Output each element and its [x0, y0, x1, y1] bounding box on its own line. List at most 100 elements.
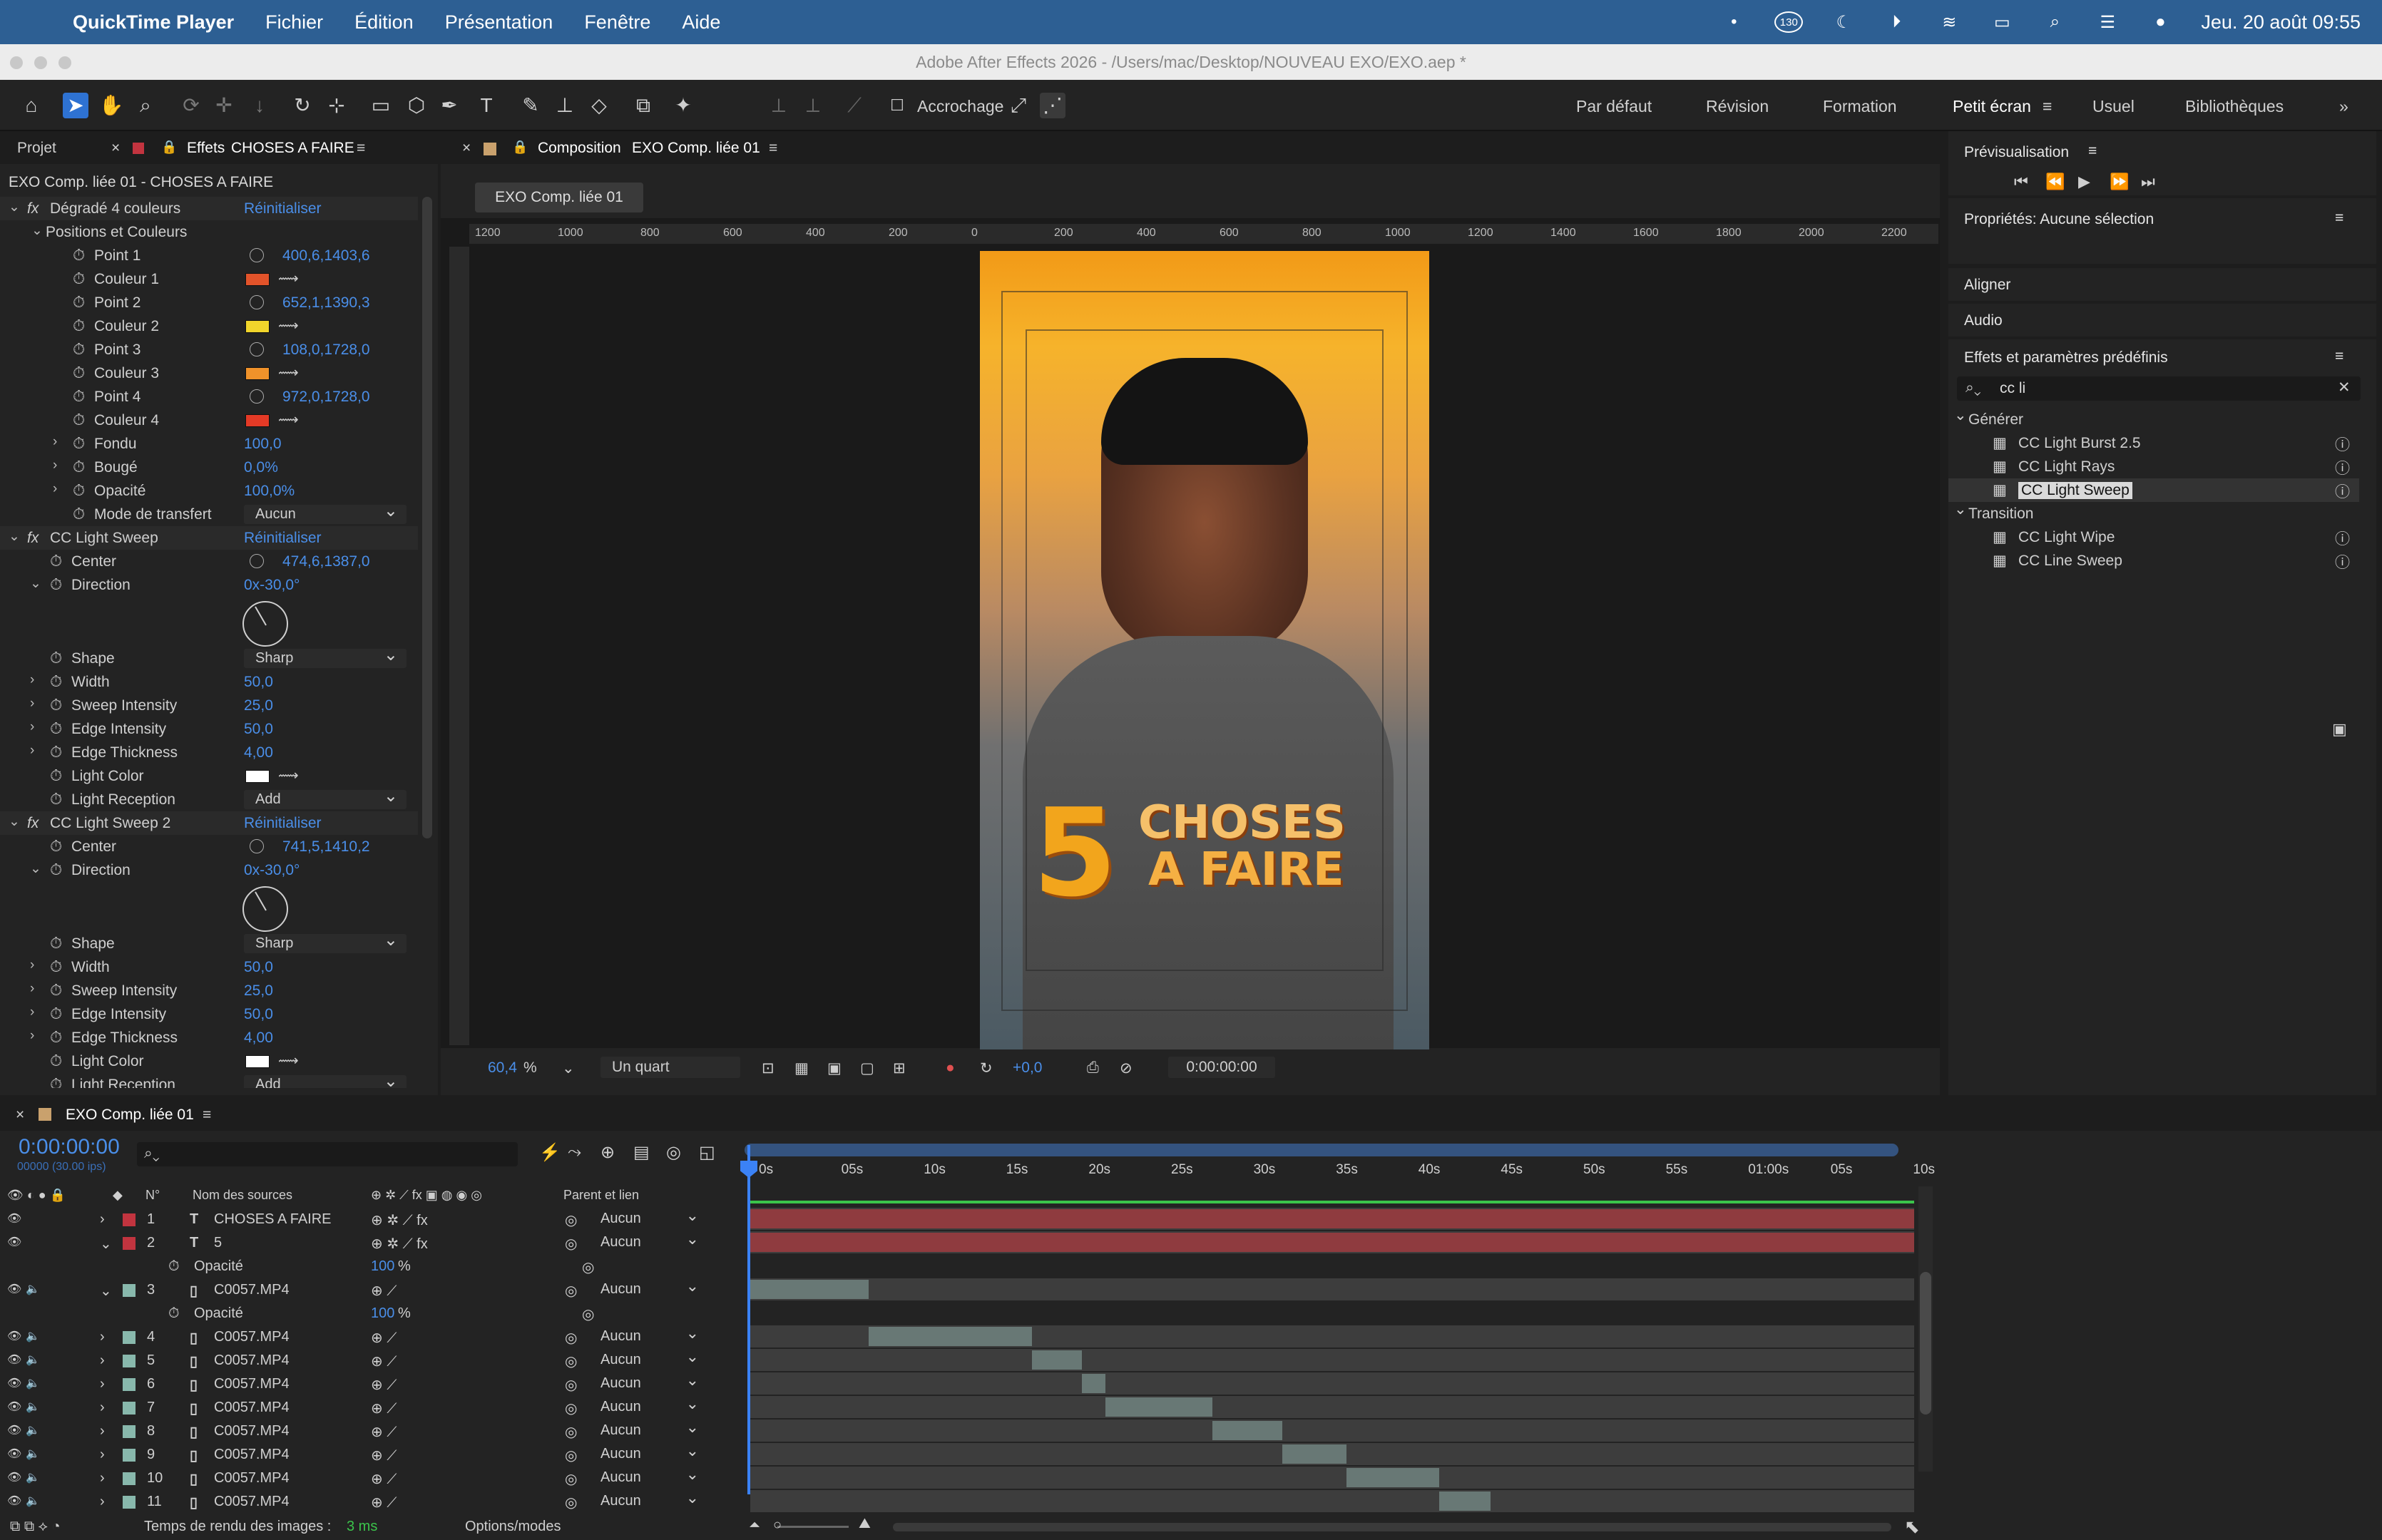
expand-chevron-icon[interactable]: › — [30, 981, 34, 997]
layer-source-name[interactable]: 5 — [214, 1235, 222, 1251]
badge-icon[interactable]: 130 — [1774, 11, 1804, 33]
expand-chevron-icon[interactable]: › — [53, 458, 57, 473]
eyedropper-icon[interactable]: ⟿ — [278, 766, 299, 784]
tree-item-cc-line-sweep[interactable]: ▦ CC Line Sweep ⓘ — [1948, 549, 2359, 573]
color-swatch[interactable] — [245, 414, 270, 427]
search-icon[interactable]: ⌕ — [2043, 10, 2067, 34]
layer-switches[interactable]: ⊕ ⟋ — [371, 1470, 397, 1488]
expand-chevron-icon[interactable]: › — [30, 743, 34, 759]
prev-frame-icon[interactable]: ⏪ — [2045, 173, 2065, 191]
visibility-eye-icon[interactable]: 👁 — [7, 1494, 21, 1508]
clear-search-icon[interactable]: ✕ — [2338, 379, 2351, 396]
close-comp-tab-icon[interactable]: × — [462, 140, 471, 157]
visibility-eye-icon[interactable]: 👁 — [7, 1423, 21, 1437]
parent-dropdown[interactable]: Aucun — [591, 1417, 705, 1440]
tab-project[interactable]: Projet — [17, 140, 56, 157]
audio-speaker-icon[interactable]: 🔈 — [26, 1329, 40, 1343]
opacity-value[interactable]: 100 — [371, 1258, 394, 1275]
layer-switches[interactable]: ⊕ ⟋ — [371, 1376, 397, 1394]
channels-icon[interactable]: ● — [946, 1059, 955, 1077]
comp-panel-menu-icon[interactable]: ≡ — [769, 140, 777, 157]
expand-chevron-icon[interactable]: › — [100, 1447, 105, 1463]
layer-duration-bar[interactable] — [1031, 1350, 1083, 1370]
stopwatch-icon[interactable]: ⏱ — [50, 719, 62, 738]
layer-source-name[interactable]: C0057.MP4 — [214, 1494, 290, 1510]
fx-row-point-4[interactable]: ⏱ Point 4 972,0,1728,0 — [0, 385, 418, 409]
property-dropdown[interactable]: Add — [244, 1072, 407, 1088]
property-value[interactable]: 741,5,1410,2 — [282, 838, 370, 856]
property-dropdown[interactable]: Add — [244, 786, 407, 809]
layer-switches[interactable]: ⊕ ✲ ⟋ fx — [371, 1211, 428, 1229]
timeline-vscroll-thumb[interactable] — [1920, 1272, 1931, 1415]
region-of-interest-icon[interactable]: ▢ — [860, 1059, 874, 1077]
stopwatch-icon[interactable]: ⏱ — [50, 837, 62, 856]
tree-item-cc-light-sweep[interactable]: ▦ CC Light Sweep ⓘ — [1948, 478, 2359, 502]
workspace-usuel[interactable]: Usuel — [2092, 97, 2135, 116]
effects-search-box[interactable]: ⌕⌄ cc li ✕ — [1957, 376, 2361, 401]
fx-row-cc-light-sweep-2[interactable]: ⌄ fx CC Light Sweep 2 Réinitialiser — [0, 811, 418, 835]
layer-label-color[interactable] — [123, 1402, 136, 1415]
home-icon[interactable]: ⌂ — [19, 93, 44, 118]
layer-row-11[interactable]: 👁 🔈 › 11 ▯ C0057.MP4 ⊕ ⟋ ◎ Aucun — [0, 1488, 742, 1514]
stopwatch-icon[interactable]: ⏱ — [73, 364, 85, 382]
menu-fenetre[interactable]: Fenêtre — [584, 11, 650, 34]
audio-speaker-icon[interactable]: 🔈 — [26, 1282, 40, 1296]
property-value[interactable]: 0,0% — [244, 459, 278, 476]
parent-dropdown[interactable]: Aucun — [591, 1206, 705, 1228]
color-swatch[interactable] — [245, 273, 270, 286]
control-center-icon[interactable]: ☰ — [2095, 10, 2120, 34]
last-frame-icon[interactable]: ⏭ — [2141, 173, 2155, 191]
timeline-tab-label[interactable]: EXO Comp. liée 01 — [66, 1107, 194, 1124]
zoom-slider-handle[interactable]: ○ — [773, 1517, 782, 1534]
stopwatch-icon[interactable]: ⏱ — [73, 246, 85, 265]
app-menu[interactable]: QuickTime Player — [73, 11, 234, 34]
menu-edition[interactable]: Édition — [354, 11, 414, 34]
stopwatch-icon[interactable]: ⏱ — [73, 434, 85, 453]
audio-speaker-icon[interactable]: 🔈 — [26, 1352, 40, 1367]
eyedropper-icon[interactable]: ⟿ — [278, 270, 299, 287]
property-value[interactable]: 100,0% — [244, 483, 295, 500]
fx-scrollbar[interactable] — [422, 197, 432, 838]
fx-row-point-3[interactable]: ⏱ Point 3 108,0,1728,0 — [0, 338, 418, 361]
info-icon[interactable]: ⓘ — [2335, 528, 2350, 549]
stopwatch-icon[interactable]: ⏱ — [50, 1075, 62, 1088]
opacity-pickwhip-icon[interactable]: ◎ — [582, 1305, 594, 1323]
visibility-eye-icon[interactable]: 👁 — [7, 1352, 21, 1367]
moon-icon[interactable]: ☾ — [1831, 10, 1856, 34]
parent-dropdown[interactable]: Aucun — [591, 1323, 705, 1346]
layer-source-name[interactable]: CHOSES A FAIRE — [214, 1211, 332, 1228]
expand-chevron-icon[interactable]: › — [53, 434, 57, 450]
parent-dropdown[interactable]: Aucun — [591, 1370, 705, 1393]
pickwhip-icon[interactable]: ◎ — [565, 1329, 577, 1347]
expand-chevron-icon[interactable]: ⌄ — [30, 575, 41, 592]
options-modes-button[interactable]: Options/modes — [465, 1519, 561, 1535]
visibility-eye-icon[interactable]: 👁 — [7, 1376, 21, 1390]
layer-label-color[interactable] — [123, 1496, 136, 1509]
stopwatch-icon[interactable]: ⏱ — [73, 317, 85, 335]
property-value[interactable]: 474,6,1387,0 — [282, 553, 370, 570]
selection-tool-icon[interactable]: ➤ — [63, 93, 88, 118]
stopwatch-icon[interactable]: ⏱ — [50, 1028, 62, 1047]
workspace-par-defaut[interactable]: Par défaut — [1576, 97, 1652, 116]
fx-row-edge-thickness[interactable]: › ⏱ Edge Thickness 4,00 — [0, 741, 418, 764]
eyedropper-icon[interactable]: ⟿ — [278, 1052, 299, 1069]
zoom-tool-icon[interactable]: ⌕ — [133, 93, 158, 118]
fx-row-mode-de-transfert[interactable]: ⏱ Mode de transfert Aucun — [0, 501, 418, 526]
pickwhip-icon[interactable]: ◎ — [565, 1235, 577, 1253]
flowchart-chip[interactable]: EXO Comp. liée 01 — [475, 183, 643, 212]
axis-view-icon[interactable]: ⟋ — [842, 93, 867, 118]
property-value[interactable]: 972,0,1728,0 — [282, 389, 370, 406]
fx-row-opacite[interactable]: › ⏱ Opacité 100,0% — [0, 479, 418, 503]
puppet-tool-icon[interactable]: ✦ — [670, 93, 696, 118]
pickwhip-icon[interactable]: ◎ — [565, 1376, 577, 1394]
layer-label-color[interactable] — [123, 1472, 136, 1485]
play-circle-icon[interactable]: ⏵ — [1884, 10, 1908, 34]
stopwatch-icon[interactable]: ⏱ — [50, 575, 62, 594]
layer-duration-bar[interactable] — [1212, 1421, 1282, 1440]
layer-row-9[interactable]: 👁 🔈 › 9 ▯ C0057.MP4 ⊕ ⟋ ◎ Aucun — [0, 1441, 742, 1467]
frame-blending-icon[interactable]: ⊕ — [600, 1142, 615, 1163]
stopwatch-icon[interactable]: ⏱ — [73, 458, 85, 476]
layer-label-color[interactable] — [123, 1213, 136, 1226]
layer-duration-bar[interactable] — [750, 1209, 1914, 1228]
layer-switches[interactable]: ⊕ ✲ ⟋ fx — [371, 1235, 428, 1253]
